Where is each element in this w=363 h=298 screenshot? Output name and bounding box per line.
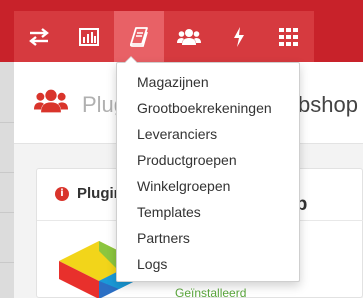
tab-exchange[interactable] bbox=[14, 11, 64, 62]
page-title-end: bshop bbox=[298, 92, 358, 117]
users-icon bbox=[34, 88, 68, 119]
menu-item-winkelgroepen[interactable]: Winkelgroepen bbox=[137, 175, 230, 197]
info-icon: i bbox=[55, 187, 69, 201]
menu-item-grootboekrekeningen[interactable]: Grootboekrekeningen bbox=[137, 97, 272, 119]
tab-actions[interactable] bbox=[214, 11, 264, 62]
sidebar-divider bbox=[0, 122, 14, 123]
menu-item-templates[interactable]: Templates bbox=[137, 201, 201, 223]
bar-chart-icon bbox=[79, 27, 99, 46]
tab-catalog[interactable] bbox=[114, 11, 164, 62]
sidebar-divider bbox=[0, 212, 14, 213]
menu-item-magazijnen[interactable]: Magazijnen bbox=[137, 71, 209, 93]
book-icon bbox=[130, 26, 148, 47]
tab-statistics[interactable] bbox=[64, 11, 114, 62]
sidebar-divider bbox=[0, 172, 14, 173]
top-nav-bar bbox=[0, 0, 363, 62]
catalog-dropdown-menu: Magazijnen Grootboekrekeningen Leveranci… bbox=[116, 56, 300, 282]
menu-item-logs[interactable]: Logs bbox=[137, 253, 167, 275]
menu-item-leveranciers[interactable]: Leveranciers bbox=[137, 123, 217, 145]
status-badge: Geïnstalleerd bbox=[175, 286, 247, 298]
dropdown-caret bbox=[124, 56, 138, 63]
menu-item-productgroepen[interactable]: Productgroepen bbox=[137, 149, 237, 171]
menu-item-partners[interactable]: Partners bbox=[137, 227, 190, 249]
tab-users[interactable] bbox=[164, 11, 214, 62]
lightning-bolt-icon bbox=[233, 26, 245, 47]
exchange-arrows-icon bbox=[28, 27, 50, 46]
tab-apps[interactable] bbox=[264, 11, 314, 62]
sidebar-divider bbox=[0, 262, 14, 263]
sidebar-edge bbox=[0, 62, 14, 298]
users-icon bbox=[177, 28, 201, 46]
grid-icon bbox=[279, 27, 299, 46]
